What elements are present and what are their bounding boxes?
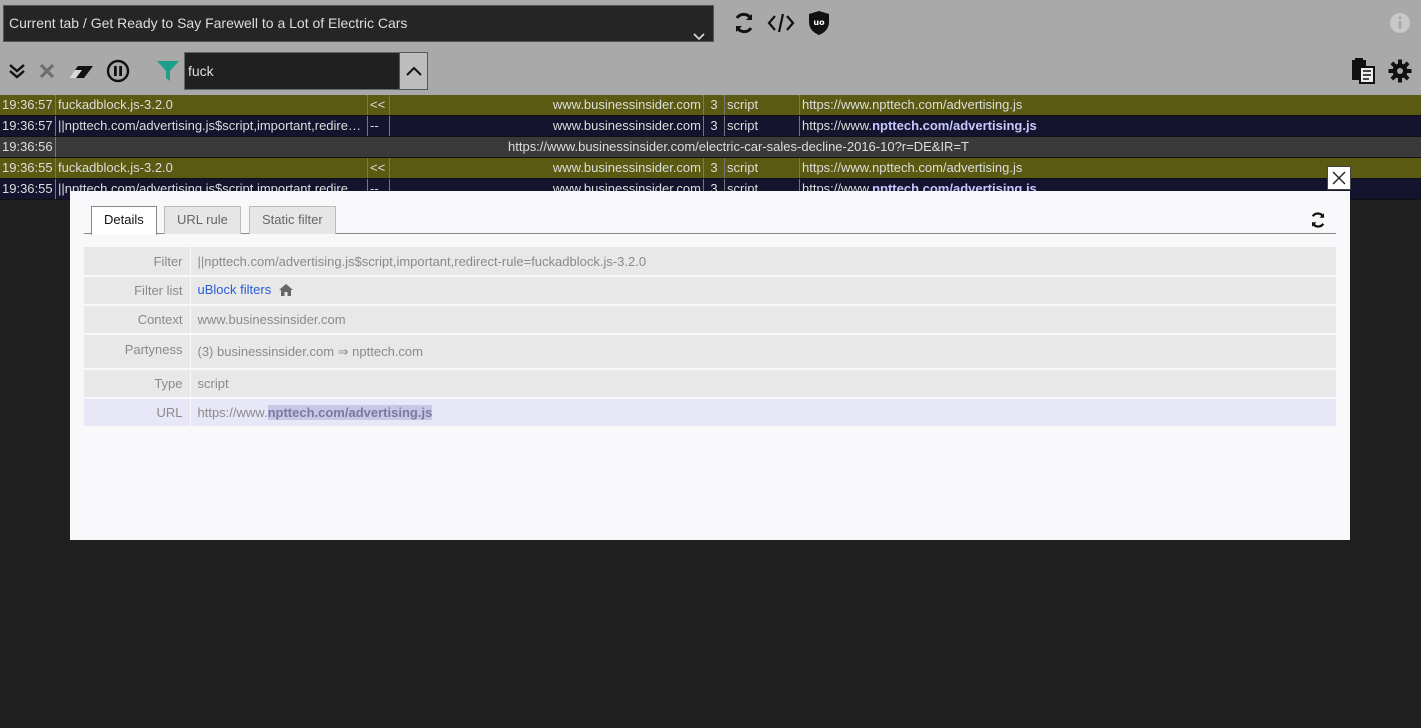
home-icon[interactable]	[278, 284, 293, 299]
clipboard-icon	[1352, 58, 1375, 84]
row-filter: fuckadblock.js-3.2.0	[56, 95, 368, 115]
row-partyness: 3	[704, 116, 725, 136]
detail-row-type: Type script	[84, 369, 1336, 399]
close-icon	[1332, 171, 1346, 185]
row-type: script	[725, 158, 800, 178]
detail-row-partyness: Partyness (3) businessinsider.com ⇒ nptt…	[84, 334, 1336, 370]
modal-close-button[interactable]	[1327, 166, 1351, 190]
filter-expression-toggle[interactable]	[399, 52, 428, 90]
logger-table: 19:36:57 fuckadblock.js-3.2.0 << www.bus…	[0, 95, 1421, 200]
detail-label: Filter list	[84, 276, 191, 306]
modal-reload-button[interactable]	[1308, 210, 1328, 230]
table-row[interactable]: 19:36:57 ||npttech.com/advertising.js$sc…	[0, 116, 1421, 137]
table-row[interactable]: 19:36:57 fuckadblock.js-3.2.0 << www.bus…	[0, 95, 1421, 116]
x-icon	[39, 63, 55, 79]
tab-static-filter[interactable]: Static filter	[249, 206, 336, 234]
detail-url-prefix: https://www.	[197, 405, 268, 420]
detail-row-context: Context www.businessinsider.com	[84, 305, 1336, 335]
detail-type-value: script	[190, 369, 1336, 399]
tab-selector[interactable]: Current tab / Get Ready to Say Farewell …	[3, 5, 714, 42]
info-button[interactable]	[1388, 11, 1412, 35]
top-bar: Current tab / Get Ready to Say Farewell …	[0, 0, 1421, 46]
row-type: script	[725, 116, 800, 136]
double-chevron-down-icon	[9, 64, 25, 79]
chevron-up-icon	[405, 66, 422, 76]
detail-label: Type	[84, 369, 191, 399]
dom-inspector-button[interactable]	[766, 10, 796, 36]
chevron-down-icon	[693, 19, 705, 41]
row-context: www.businessinsider.com	[390, 95, 704, 115]
filter-input[interactable]	[184, 52, 399, 90]
clear-button[interactable]	[36, 59, 58, 83]
row-filter: fuckadblock.js-3.2.0	[56, 158, 368, 178]
logger-toolbar	[0, 46, 1421, 95]
filter-toggle-button[interactable]	[155, 59, 181, 83]
detail-row-url: URL https://www.npttech.com/advertising.…	[84, 398, 1336, 428]
ublock-shield-icon: uo	[809, 11, 829, 35]
eraser-icon	[69, 66, 93, 78]
ublock-dashboard-button[interactable]: uo	[806, 9, 832, 37]
row-url: https://www.npttech.com/advertising.js	[800, 116, 1421, 136]
row-url-prefix: https://www.	[802, 118, 873, 133]
detail-row-filter: Filter ||npttech.com/advertising.js$scri…	[84, 247, 1336, 277]
refresh-icon	[735, 12, 753, 34]
detail-filter-list-cell: uBlock filters	[190, 276, 1336, 306]
info-icon	[1390, 13, 1410, 33]
row-time: 19:36:57	[0, 116, 56, 136]
row-partyness: 3	[704, 158, 725, 178]
row-url-prefix: https://www.npttech.com/advertising.js	[802, 97, 1023, 112]
row-context: www.businessinsider.com	[390, 116, 704, 136]
row-time: 19:36:55	[0, 179, 56, 199]
svg-text:uo: uo	[813, 18, 825, 27]
pause-button[interactable]	[105, 59, 131, 83]
row-document-url: https://www.businessinsider.com/electric…	[508, 139, 969, 154]
reload-button[interactable]	[731, 10, 757, 36]
export-button[interactable]	[1348, 57, 1378, 85]
row-time: 19:36:55	[0, 158, 56, 178]
row-direction: <<	[368, 95, 390, 115]
row-filter: ||npttech.com/advertising.js$script,impo…	[56, 116, 368, 136]
settings-button[interactable]	[1386, 58, 1414, 84]
detail-label: URL	[84, 398, 191, 428]
row-type: script	[725, 95, 800, 115]
detail-row-filter-list: Filter list uBlock filters	[84, 276, 1336, 306]
row-direction: --	[368, 116, 390, 136]
refresh-icon	[1311, 212, 1325, 228]
detail-context-value: www.businessinsider.com	[190, 305, 1336, 335]
row-time: 19:36:57	[0, 95, 56, 115]
row-url-prefix: https://www.npttech.com/advertising.js	[802, 160, 1023, 175]
row-url-highlight: npttech.com/advertising.js	[872, 118, 1037, 133]
detail-url-cell: https://www.npttech.com/advertising.js	[190, 398, 1336, 428]
detail-label: Context	[84, 305, 191, 335]
modal-tabs: Details URL rule Static filter	[84, 206, 1336, 235]
detail-filter-value: ||npttech.com/advertising.js$script,impo…	[190, 247, 1336, 277]
row-time: 19:36:56	[0, 137, 56, 157]
row-url: https://www.npttech.com/advertising.js	[800, 95, 1421, 115]
code-icon	[767, 13, 795, 33]
row-direction: <<	[368, 158, 390, 178]
table-row[interactable]: 19:36:56 https://www.businessinsider.com…	[0, 137, 1421, 158]
filter-list-link[interactable]: uBlock filters	[198, 282, 272, 297]
pause-icon	[106, 59, 130, 83]
table-row[interactable]: 19:36:55 fuckadblock.js-3.2.0 << www.bus…	[0, 158, 1421, 179]
tab-selector-value: Current tab / Get Ready to Say Farewell …	[9, 15, 408, 31]
detail-url-highlight: npttech.com/advertising.js	[267, 405, 433, 420]
tab-url-rule[interactable]: URL rule	[164, 206, 241, 234]
detail-label: Filter	[84, 247, 191, 277]
row-context: www.businessinsider.com	[390, 158, 704, 178]
detail-partyness-value: (3) businessinsider.com ⇒ npttech.com	[190, 334, 1336, 370]
filter-details-modal: Details URL rule Static filter Filter ||…	[70, 191, 1350, 540]
expand-all-button[interactable]	[6, 59, 28, 83]
row-partyness: 3	[704, 95, 725, 115]
gear-icon	[1388, 59, 1412, 83]
detail-label: Partyness	[84, 334, 191, 370]
tab-details[interactable]: Details	[91, 206, 157, 235]
details-table: Filter ||npttech.com/advertising.js$scri…	[84, 247, 1336, 428]
funnel-icon	[157, 61, 179, 81]
erase-button[interactable]	[66, 59, 96, 83]
